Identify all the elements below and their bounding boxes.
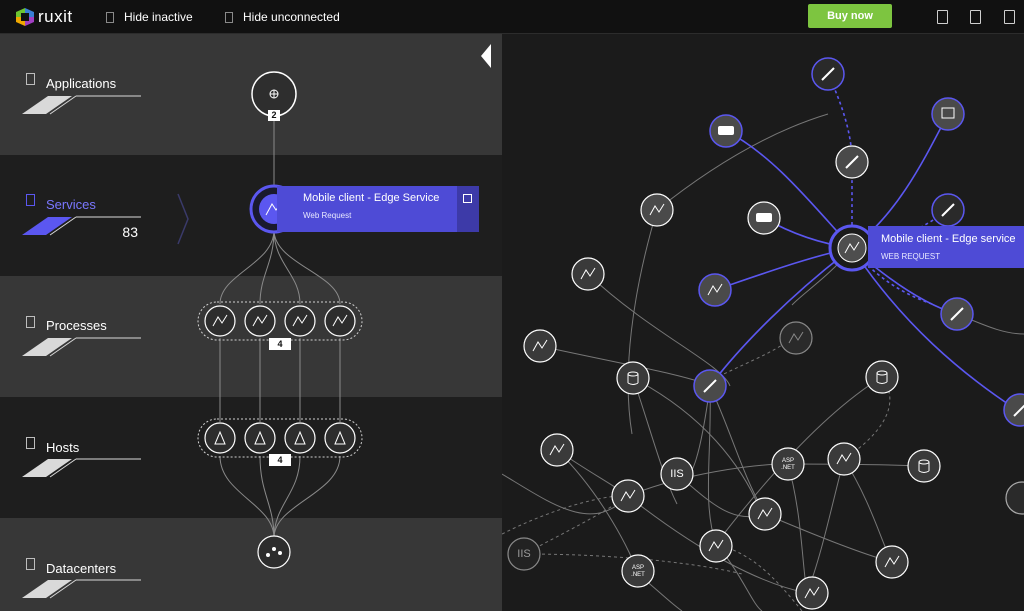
stack-diagram (22, 71, 363, 599)
globe-icon (269, 89, 279, 99)
datacenter-node[interactable] (257, 535, 291, 569)
service-card-title: Mobile client - Edge Service (303, 192, 440, 204)
web-service-node[interactable] (875, 545, 909, 579)
iis-label: IIS (670, 468, 684, 480)
process-node[interactable] (324, 305, 356, 337)
aspnet-label-top: ASP (631, 565, 644, 571)
database-service-node[interactable] (907, 449, 941, 483)
database-service-node[interactable] (616, 361, 650, 395)
hide-inactive-toggle[interactable]: Hide inactive (106, 10, 193, 24)
top-bar: ruxit Hide inactive Hide unconnected Buy… (0, 0, 1024, 34)
java-service-node[interactable] (835, 145, 869, 179)
service-card-action[interactable] (457, 186, 479, 232)
web-service-node[interactable] (795, 576, 829, 610)
layer-stripe-icon (22, 216, 141, 236)
logo-text: ruxit (38, 7, 73, 26)
web-service-node[interactable] (571, 257, 605, 291)
web-service-node[interactable] (523, 329, 557, 363)
stack-connectors (219, 116, 341, 539)
aspnet-label-top: ASP (781, 458, 794, 464)
service-graph-canvas[interactable] (502, 34, 1024, 611)
layer-stripe-icon (22, 579, 141, 599)
java-service-node[interactable] (693, 369, 727, 403)
java-service-node[interactable] (1003, 393, 1024, 427)
selected-service-label[interactable]: Mobile client - Edge service WEB REQUEST (868, 226, 1024, 268)
service-flow-graph[interactable]: IIS IIS ASP .NET ASP .NET Mobile client … (502, 34, 1024, 611)
external-link-icon[interactable] (463, 194, 472, 203)
database-service-node[interactable] (931, 97, 965, 131)
java-service-node[interactable] (811, 57, 845, 91)
web-service-node[interactable] (640, 193, 674, 227)
web-service-node[interactable] (748, 497, 782, 531)
process-node[interactable] (204, 305, 236, 337)
layer-stripe-icon (22, 458, 141, 478)
page-icon[interactable] (1004, 10, 1015, 24)
process-count: 4 (277, 339, 283, 349)
service-card[interactable]: Mobile client - Edge Service Web Request (277, 186, 479, 232)
web-service-node[interactable] (698, 273, 732, 307)
database-cluster-node[interactable] (747, 201, 781, 235)
aspnet-label-bottom: .NET (631, 572, 645, 578)
database-service-node[interactable] (865, 360, 899, 394)
ruxit-logo[interactable]: ruxit (16, 7, 73, 26)
selected-service-title: Mobile client - Edge service (881, 233, 1016, 245)
page-icon[interactable] (937, 10, 948, 24)
web-service-node[interactable] (827, 442, 861, 476)
linux-host-node[interactable] (204, 422, 236, 454)
database-cluster-node[interactable] (709, 114, 743, 148)
aspnet-service-node[interactable] (771, 447, 805, 481)
ruxit-logo-icon (16, 8, 34, 26)
inactive-service-node[interactable] (779, 321, 813, 355)
java-service-node[interactable] (940, 297, 974, 331)
hide-unconnected-label: Hide unconnected (243, 10, 340, 24)
java-service-node[interactable] (931, 193, 965, 227)
linux-host-node[interactable] (284, 422, 316, 454)
web-service-node[interactable] (699, 529, 733, 563)
checkbox-icon[interactable] (106, 11, 114, 23)
host-count: 4 (277, 455, 283, 465)
layer-stripe-icon (22, 95, 141, 115)
hide-inactive-label: Hide inactive (124, 10, 193, 24)
hide-unconnected-toggle[interactable]: Hide unconnected (225, 10, 340, 24)
application-count: 2 (271, 110, 277, 120)
checkbox-icon[interactable] (225, 11, 233, 23)
process-node[interactable] (244, 305, 276, 337)
service-card-subtitle: Web Request (303, 211, 352, 220)
graph-edges (502, 113, 1024, 611)
linux-host-node[interactable] (324, 422, 356, 454)
page-icon[interactable] (970, 10, 981, 24)
linux-host-node[interactable] (244, 422, 276, 454)
iis-label: IIS (517, 548, 531, 560)
selected-service-subtitle: WEB REQUEST (881, 252, 941, 261)
stack-layers-panel: Applications Services 83 Processes Hosts… (0, 34, 502, 611)
web-service-node[interactable] (540, 433, 574, 467)
web-service-node[interactable] (611, 479, 645, 513)
aspnet-service-node[interactable] (621, 554, 655, 588)
aspnet-label-bottom: .NET (781, 465, 795, 471)
inactive-service-node[interactable] (1005, 481, 1024, 515)
buy-now-button[interactable]: Buy now (808, 4, 892, 28)
chevron-right-icon (177, 193, 189, 245)
process-node[interactable] (284, 305, 316, 337)
layer-stripe-icon (22, 337, 141, 357)
